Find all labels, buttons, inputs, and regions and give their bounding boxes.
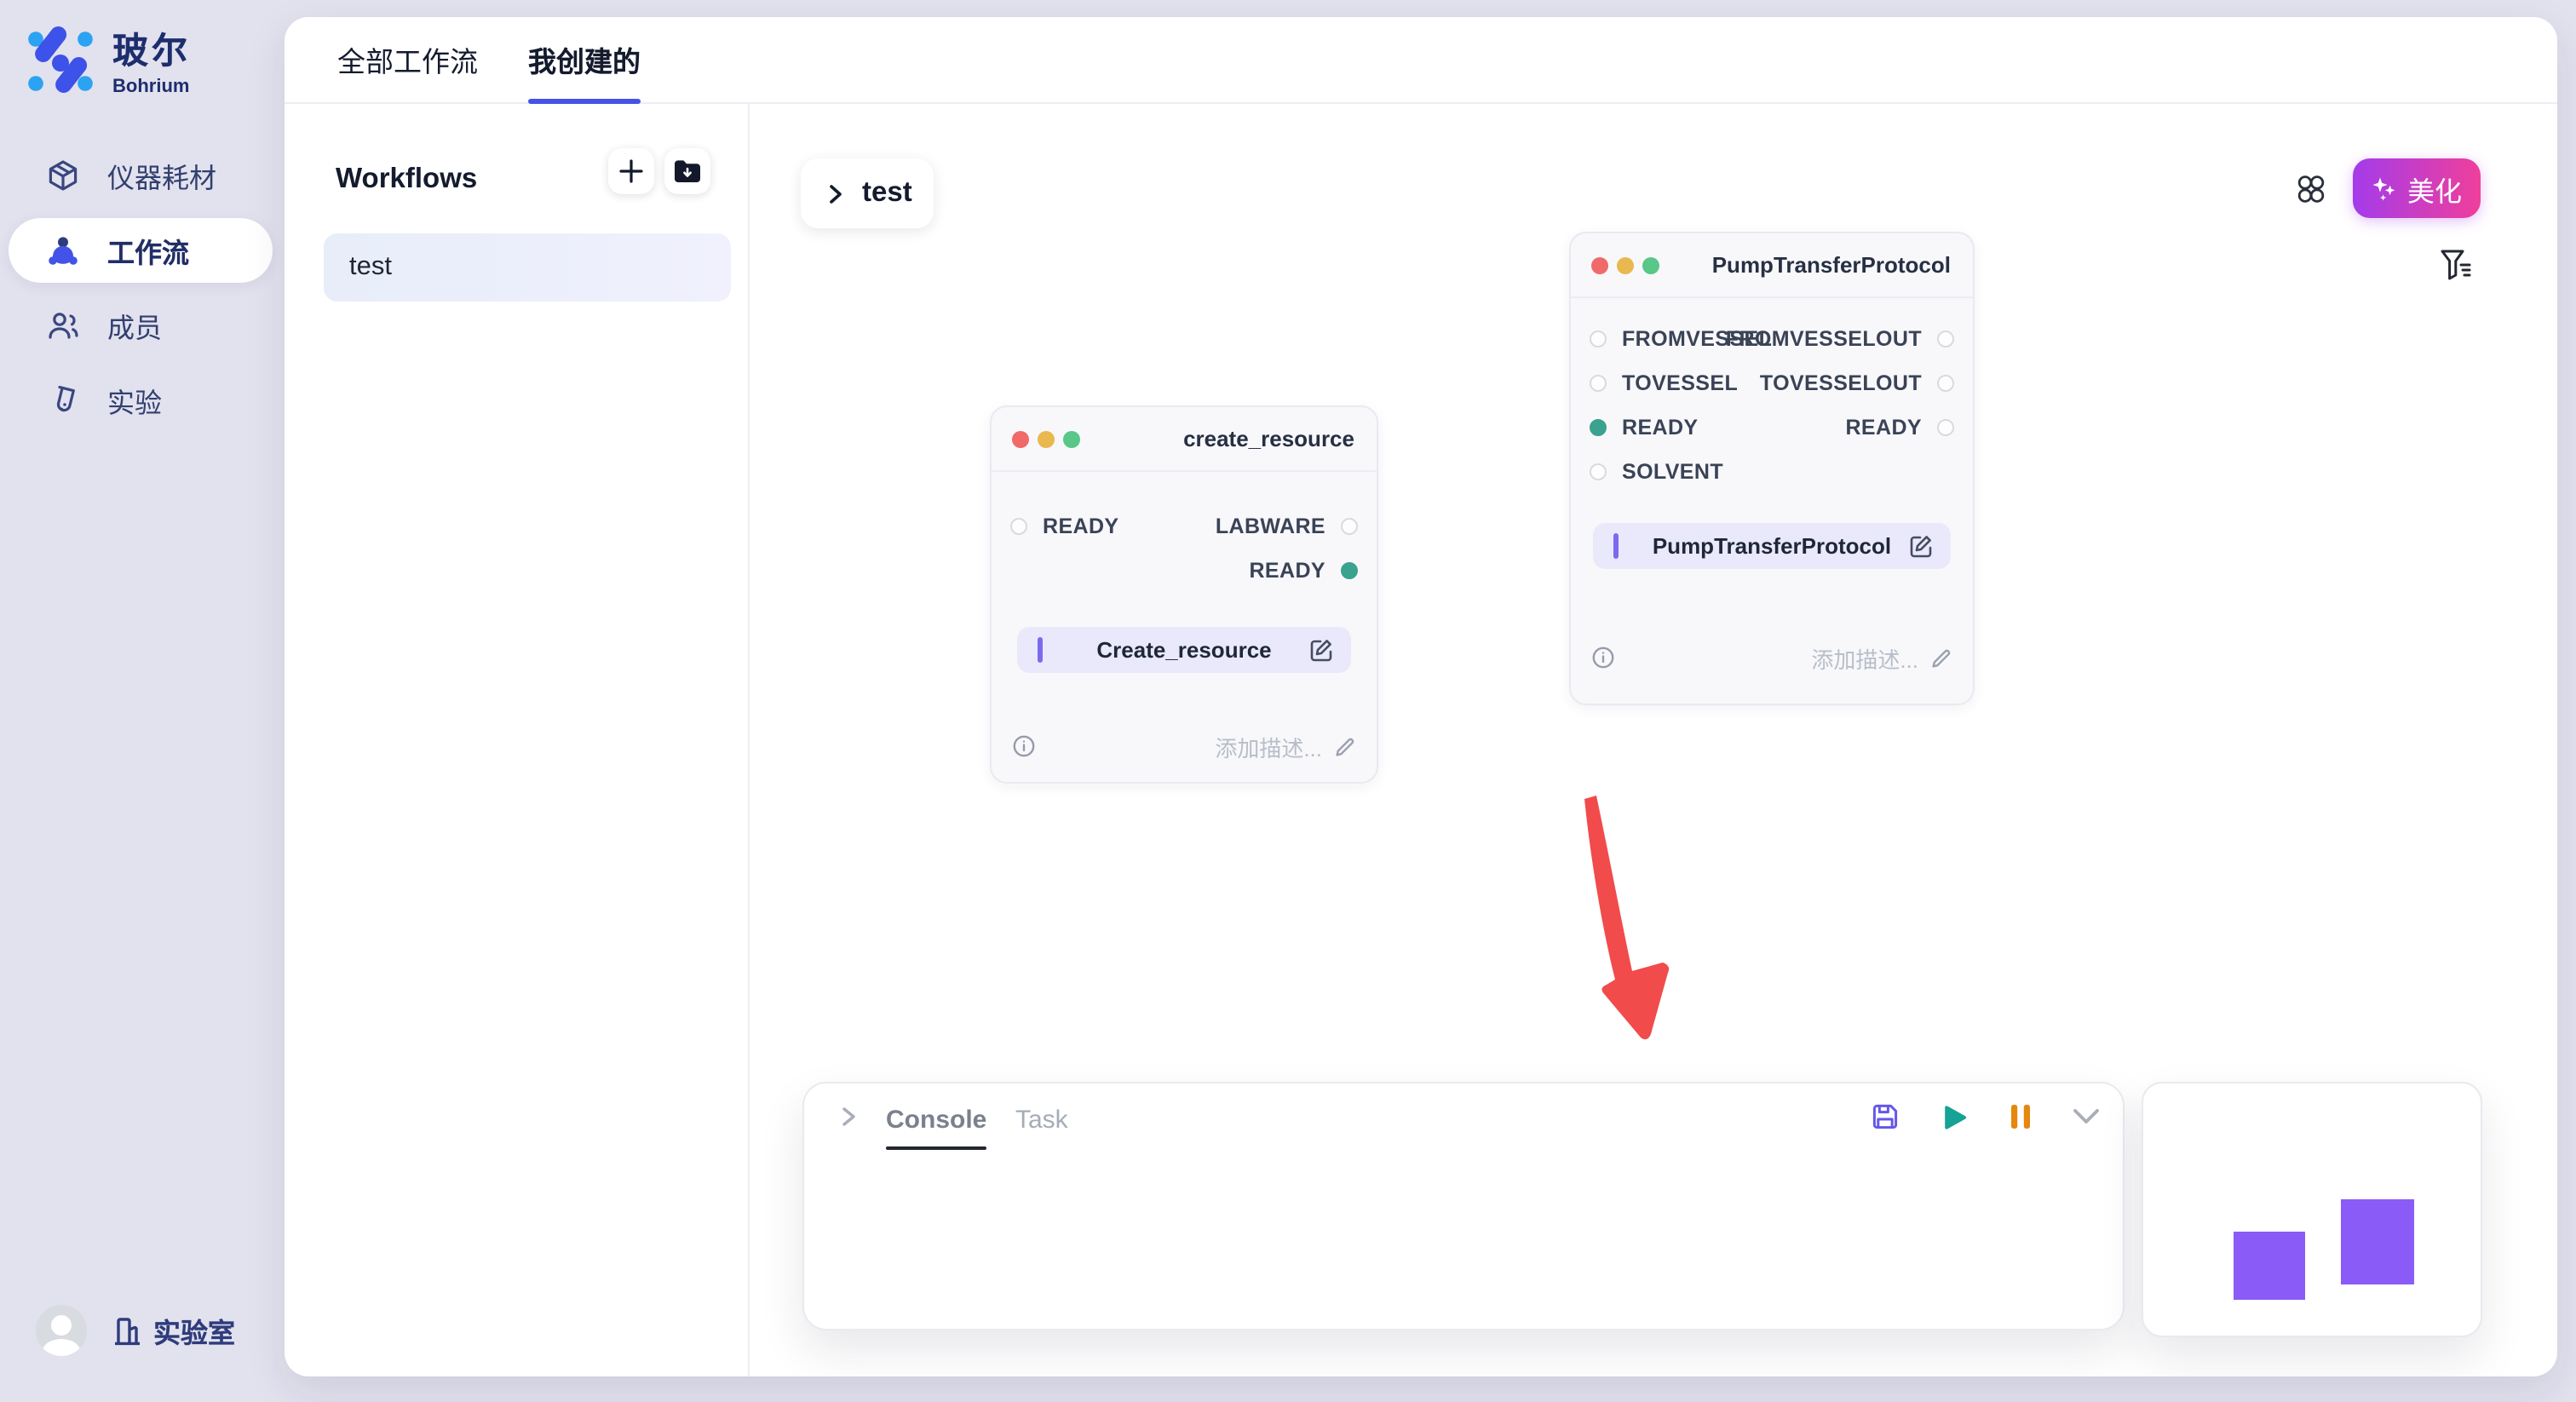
minimap[interactable] [2142, 1082, 2482, 1337]
sidebar-item-label: 工作流 [107, 230, 189, 271]
package-icon [46, 158, 80, 192]
workflow-list-panel: Workflows test [285, 102, 750, 1376]
edit-icon[interactable] [1308, 637, 1334, 663]
clover-grid-icon [2297, 174, 2326, 204]
port-dot-icon[interactable] [1590, 330, 1607, 348]
port-dot-icon[interactable] [1010, 518, 1027, 535]
run-button[interactable] [1939, 1102, 1969, 1133]
sparkles-icon [2372, 175, 2397, 201]
flow-canvas[interactable]: test 美化 [748, 102, 2557, 1376]
pill-label: PumpTransferProtocol [1593, 533, 1951, 559]
node-action-pill[interactable]: PumpTransferProtocol [1593, 523, 1951, 569]
port-dot-icon[interactable] [1590, 375, 1607, 392]
breadcrumb-label: test [862, 177, 912, 210]
filter-button[interactable] [2440, 249, 2474, 281]
console-expand-chevron-icon[interactable] [837, 1106, 859, 1128]
node-title: create_resource [1183, 407, 1354, 470]
workspace-switcher[interactable]: 实验室 [111, 1310, 235, 1351]
info-icon[interactable] [1591, 646, 1615, 669]
top-tabs: 全部工作流 我创建的 [285, 17, 2557, 104]
main-card: 全部工作流 我创建的 Workflows [285, 17, 2557, 1376]
breadcrumb[interactable]: test [801, 158, 934, 228]
pencil-icon[interactable] [1930, 646, 1952, 669]
brand-name-en: Bohrium [112, 77, 191, 97]
workflow-panel-title: Workflows [336, 164, 477, 196]
pencil-icon[interactable] [1334, 735, 1356, 757]
console-tab-console[interactable]: Console [886, 1100, 986, 1138]
red-annotation-arrow-icon [1549, 775, 1736, 1065]
port-output-fromvesselout: FROMVESSELOUT [1726, 322, 1954, 356]
workflow-icon [46, 233, 80, 267]
console-tab-task[interactable]: Task [1015, 1100, 1068, 1138]
minimap-node-create-resource [2234, 1232, 2305, 1300]
port-dot-icon[interactable] [1341, 518, 1358, 535]
beautify-button[interactable]: 美化 [2353, 158, 2481, 218]
pill-label: Create_resource [1017, 637, 1351, 663]
port-output-labware: LABWARE [1216, 509, 1358, 543]
building-icon [111, 1314, 143, 1347]
node-footer: 添加描述... [1012, 731, 1356, 761]
port-dot-icon[interactable] [1937, 419, 1954, 436]
description-placeholder[interactable]: 添加描述... [1811, 641, 1918, 674]
traffic-dots-icon [1012, 431, 1080, 448]
port-output-ready: READY [1845, 411, 1954, 445]
beautify-label: 美化 [2407, 168, 2462, 209]
port-input-ready: READY [1590, 411, 1699, 445]
sidebar-item-label: 实验 [107, 380, 162, 421]
node-title: PumpTransferProtocol [1712, 233, 1951, 296]
port-input-tovessel: TOVESSEL [1590, 366, 1738, 400]
sidebar-item-label: 成员 [107, 305, 162, 346]
auto-layout-button[interactable] [2297, 174, 2326, 204]
pill-accent-bar [1613, 533, 1619, 559]
sidebar-item-members[interactable]: 成员 [9, 293, 273, 358]
console-panel: Console Task [802, 1082, 2125, 1330]
port-dot-icon[interactable] [1937, 375, 1954, 392]
add-workflow-button[interactable] [608, 148, 654, 194]
sidebar-item-workflow[interactable]: 工作流 [9, 218, 273, 283]
app-root: 玻尔 Bohrium 仪器耗材 [0, 0, 2576, 1402]
port-dot-icon[interactable] [1937, 330, 1954, 348]
sidebar: 玻尔 Bohrium 仪器耗材 [0, 0, 285, 1402]
brand-name-cn: 玻尔 [112, 24, 191, 75]
pause-button[interactable] [2009, 1102, 2033, 1131]
node-footer: 添加描述... [1591, 642, 1952, 673]
port-output-ready: READY [1249, 554, 1358, 588]
experiment-icon [46, 383, 80, 417]
port-dot-connected-icon[interactable] [1341, 562, 1358, 579]
sidebar-item-experiment[interactable]: 实验 [9, 368, 273, 433]
node-create-resource[interactable]: create_resource READY LABWARE READY Crea… [990, 405, 1378, 784]
traffic-dots-icon [1591, 257, 1659, 274]
folder-download-icon [673, 158, 702, 184]
port-dot-connected-icon[interactable] [1590, 419, 1607, 436]
sidebar-item-label: 仪器耗材 [107, 155, 216, 196]
user-avatar[interactable] [36, 1305, 87, 1356]
port-input-solvent: SOLVENT [1590, 455, 1723, 489]
node-header[interactable]: create_resource [992, 407, 1377, 472]
brand-logo[interactable]: 玻尔 Bohrium [26, 24, 191, 97]
port-dot-icon[interactable] [1590, 463, 1607, 480]
pill-accent-bar [1038, 637, 1043, 663]
edit-icon[interactable] [1908, 533, 1934, 559]
workspace-label: 实验室 [153, 1310, 235, 1351]
info-icon[interactable] [1012, 734, 1036, 758]
node-header[interactable]: PumpTransferProtocol [1571, 233, 1973, 298]
save-button[interactable] [1871, 1102, 1900, 1131]
sidebar-item-consumables[interactable]: 仪器耗材 [9, 143, 273, 208]
port-output-tovesselout: TOVESSELOUT [1760, 366, 1954, 400]
filter-funnel-icon [2440, 249, 2474, 281]
port-input-ready: READY [1010, 509, 1119, 543]
bohrium-logo-icon [26, 25, 95, 96]
tab-my-created[interactable]: 我创建的 [528, 17, 641, 102]
node-pump-transfer-protocol[interactable]: PumpTransferProtocol FROMVESSEL FROMVESS… [1569, 232, 1975, 705]
collapse-chevron-down-icon[interactable] [2072, 1107, 2101, 1126]
chevron-right-icon [825, 183, 845, 204]
minimap-node-pump-transfer [2341, 1199, 2414, 1284]
node-action-pill[interactable]: Create_resource [1017, 627, 1351, 673]
tab-all-workflows[interactable]: 全部工作流 [337, 17, 478, 102]
workflow-list-item-test[interactable]: test [324, 233, 731, 302]
members-icon [46, 308, 80, 342]
import-folder-button[interactable] [664, 148, 710, 194]
description-placeholder[interactable]: 添加描述... [1215, 730, 1322, 762]
console-tab-underline [886, 1146, 986, 1150]
